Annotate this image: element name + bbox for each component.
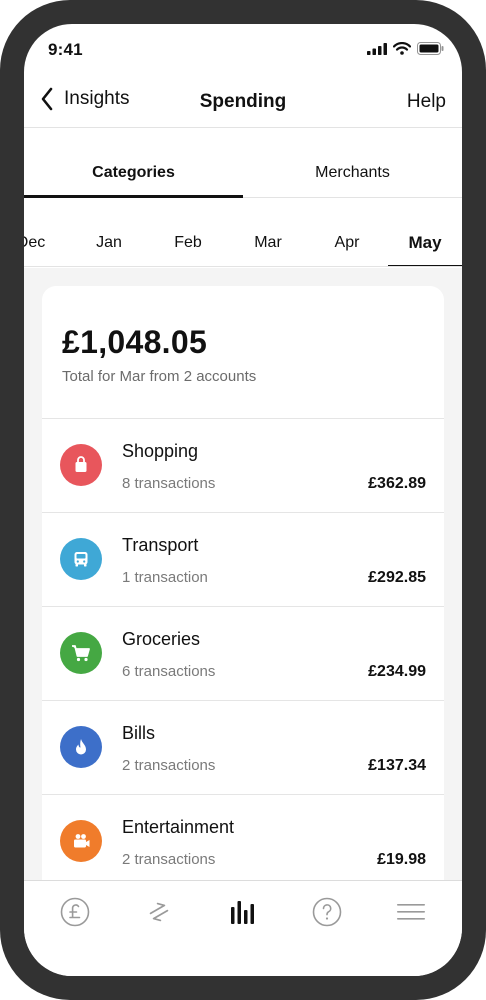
battery-icon <box>417 42 444 55</box>
category-amount: £19.98 <box>377 851 426 868</box>
help-icon <box>312 897 342 927</box>
total-amount: £1,048.05 <box>62 324 208 360</box>
segment-tabs: Categories Merchants <box>24 128 462 198</box>
category-name: Groceries <box>122 629 201 649</box>
category-count: 2 transactions <box>122 851 216 868</box>
tab-insights[interactable] <box>223 895 263 929</box>
category-name: Entertainment <box>122 817 235 837</box>
category-icon-badge <box>60 444 102 486</box>
month-mar[interactable]: Mar <box>229 199 307 266</box>
month-jan[interactable]: Jan <box>70 199 148 266</box>
tab-help[interactable] <box>307 895 347 929</box>
category-icon-badge <box>60 726 102 768</box>
category-icon-badge <box>60 538 102 580</box>
status-bar: 9:41 <box>24 24 462 80</box>
bottom-tab-bar <box>24 880 462 976</box>
bar-chart-icon <box>231 901 254 924</box>
phone-frame: 9:41 Insights Spending Help Categories M… <box>0 0 486 1000</box>
total-caption: Total for Mar from 2 accounts <box>62 368 257 385</box>
transfer-arrows-icon <box>149 902 169 922</box>
app-screen: 9:41 Insights Spending Help Categories M… <box>24 24 462 976</box>
month-selector: Dec Jan Feb Mar Apr May <box>24 199 462 267</box>
category-amount: £362.89 <box>368 475 426 492</box>
category-amount: £292.85 <box>368 569 426 586</box>
month-active-indicator <box>388 265 462 266</box>
spending-card: £1,048.05 Total for Mar from 2 accounts … <box>42 286 444 880</box>
category-name: Transport <box>122 535 199 555</box>
category-row-transport[interactable]: Transport 1 transaction £292.85 <box>42 512 444 606</box>
category-name: Shopping <box>122 441 199 461</box>
spending-content: £1,048.05 Total for Mar from 2 accounts … <box>24 268 462 880</box>
tab-more[interactable] <box>391 895 431 929</box>
category-count: 8 transactions <box>122 475 216 492</box>
flame-icon <box>76 739 86 755</box>
category-row-shopping[interactable]: Shopping 8 transactions £362.89 <box>42 418 444 512</box>
category-icon-badge <box>60 820 102 862</box>
category-amount: £137.34 <box>368 757 426 774</box>
status-icons <box>367 42 444 55</box>
month-may[interactable]: May <box>386 199 462 266</box>
tab-active-indicator <box>24 195 243 198</box>
category-count: 2 transactions <box>122 757 216 774</box>
pound-icon <box>60 897 90 927</box>
month-feb[interactable]: Feb <box>149 199 227 266</box>
category-count: 1 transaction <box>122 569 208 586</box>
page-title: Spending <box>199 91 287 112</box>
tab-categories[interactable]: Categories <box>24 128 243 198</box>
status-time: 9:41 <box>48 40 83 59</box>
wifi-icon <box>393 42 411 55</box>
tab-accounts[interactable] <box>55 895 95 929</box>
category-row-groceries[interactable]: Groceries 6 transactions £234.99 <box>42 606 444 700</box>
menu-icon <box>397 904 425 920</box>
category-list: Shopping 8 transactions £362.89 Transpor… <box>42 418 444 880</box>
category-amount: £234.99 <box>368 663 426 680</box>
month-apr[interactable]: Apr <box>308 199 386 266</box>
category-row-bills[interactable]: Bills 2 transactions £137.34 <box>42 700 444 794</box>
bus-icon <box>74 552 88 567</box>
camera-icon <box>74 834 90 848</box>
shopping-bag-icon <box>75 456 87 472</box>
nav-header: Insights Spending Help <box>24 80 462 128</box>
help-button[interactable]: Help <box>407 91 446 113</box>
category-row-entertainment[interactable]: Entertainment 2 transactions £19.98 <box>42 794 444 880</box>
category-count: 6 transactions <box>122 663 216 680</box>
category-name: Bills <box>122 723 156 743</box>
signal-icon <box>367 42 387 55</box>
category-icon-badge <box>60 632 102 674</box>
month-dec[interactable]: Dec <box>24 199 70 266</box>
shopping-cart-icon <box>72 645 90 662</box>
tab-payments[interactable] <box>139 895 179 929</box>
tab-merchants[interactable]: Merchants <box>243 128 462 198</box>
